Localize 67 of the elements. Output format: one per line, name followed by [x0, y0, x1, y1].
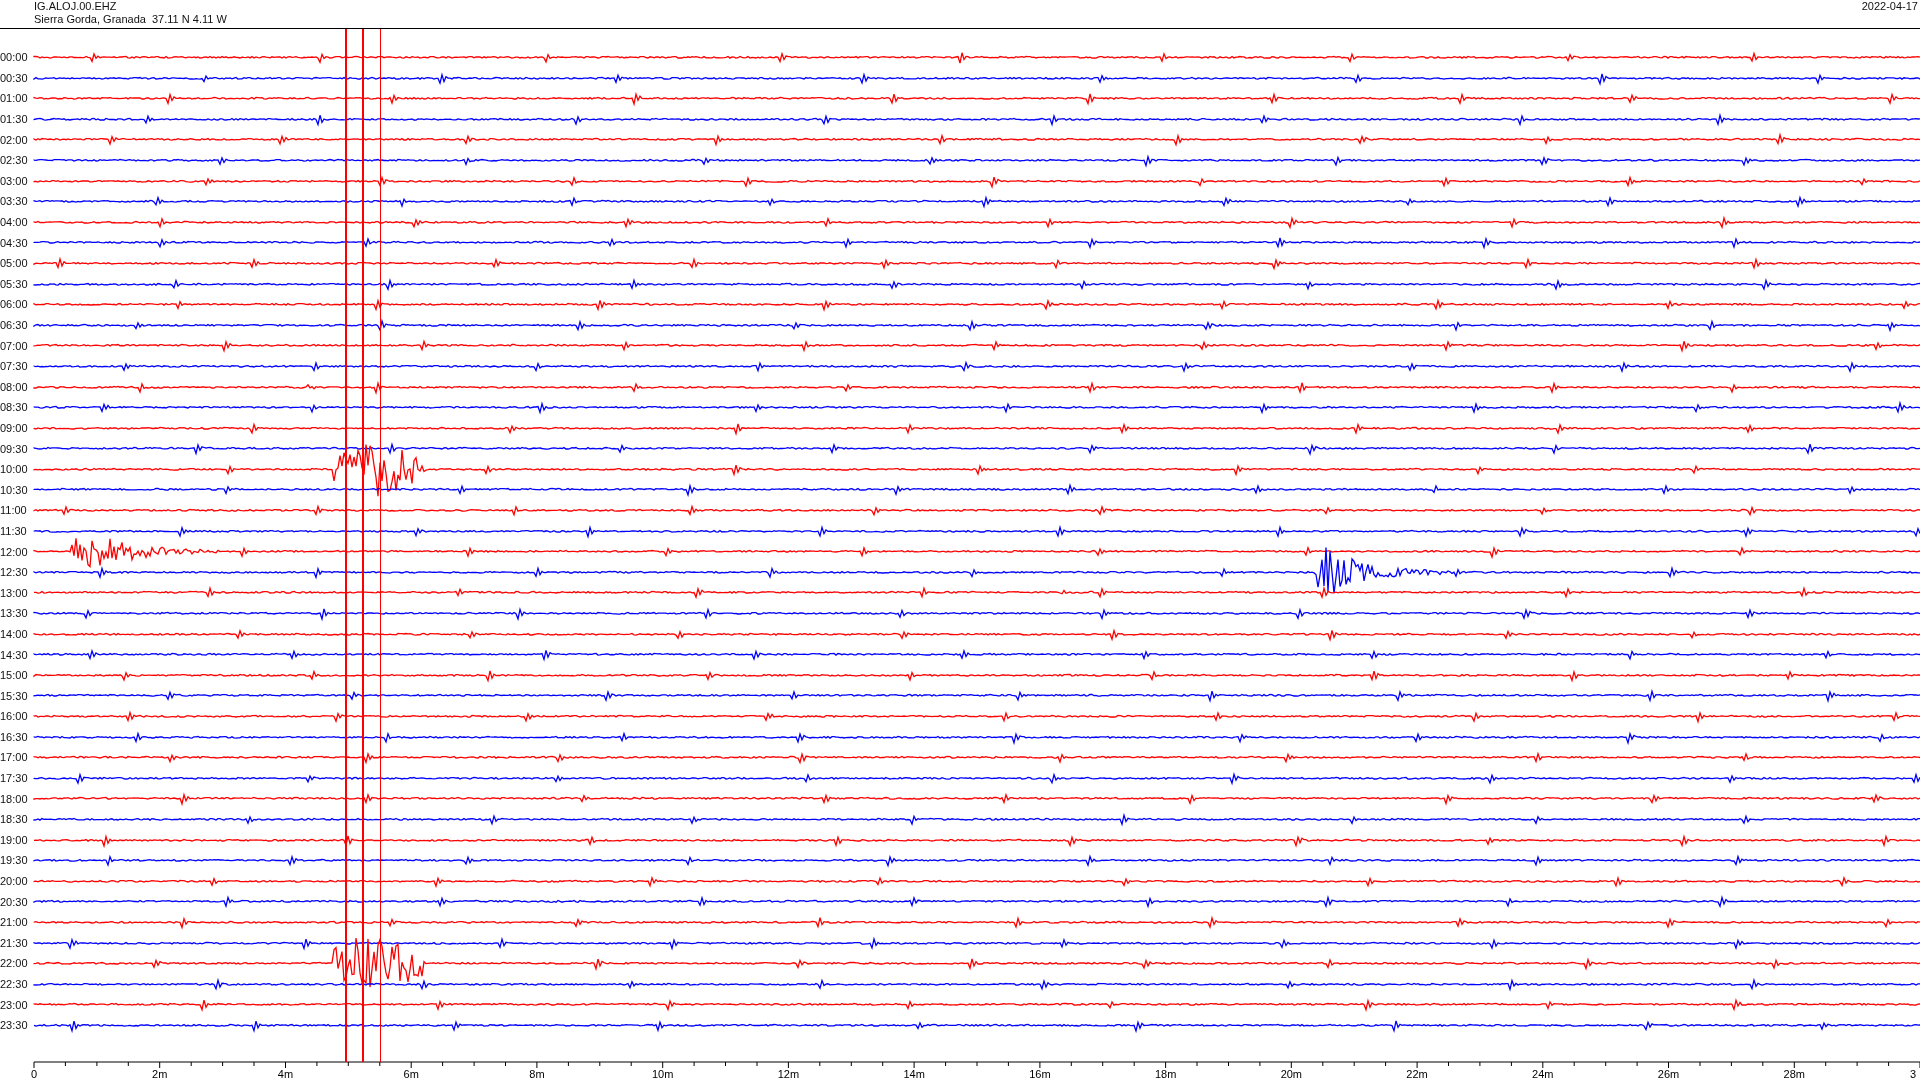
- time-label: 02:30: [0, 154, 29, 167]
- axis-tick-label: 8m: [529, 1067, 545, 1080]
- time-label: 17:30: [0, 772, 29, 785]
- time-label: 19:00: [0, 833, 29, 846]
- time-label: 12:00: [0, 545, 29, 558]
- time-label: 03:00: [0, 174, 29, 187]
- time-label: 02:00: [0, 133, 29, 146]
- axis-tick-label: 18m: [1154, 1067, 1177, 1080]
- axis-tick-label: 24m: [1532, 1067, 1554, 1080]
- time-label: 01:00: [0, 92, 29, 105]
- time-label: 07:00: [0, 339, 29, 352]
- time-label: 17:00: [0, 751, 29, 764]
- time-label: 00:00: [0, 51, 29, 64]
- time-label: 23:00: [0, 998, 29, 1011]
- time-label: 13:30: [0, 607, 29, 620]
- axis-tick-label: 12m: [777, 1067, 800, 1080]
- time-label: 11:30: [0, 524, 28, 537]
- time-label: 15:00: [0, 669, 29, 682]
- time-label: 04:00: [0, 216, 29, 229]
- time-label: 23:30: [0, 1019, 29, 1032]
- axis-tick-label: 6m: [403, 1067, 419, 1080]
- time-label: 13:00: [0, 586, 29, 599]
- time-label: 08:30: [0, 401, 29, 414]
- axis-tick-label: 4m: [277, 1067, 294, 1080]
- time-label: 05:00: [0, 257, 29, 270]
- time-label: 06:30: [0, 319, 29, 331]
- time-label: 07:30: [0, 360, 29, 373]
- time-label: 20:30: [0, 895, 29, 908]
- time-label: 21:00: [0, 916, 29, 929]
- time-label: 18:00: [0, 792, 29, 805]
- axis-tick-label: 10m: [651, 1067, 674, 1080]
- time-label: 11:00: [0, 504, 28, 517]
- axis-tick-label: 20m: [1280, 1067, 1303, 1080]
- time-label: 19:30: [0, 854, 29, 867]
- time-label: 22:00: [0, 957, 29, 970]
- time-label: 00:30: [0, 71, 29, 84]
- axis-tick-label: 3: [1909, 1067, 1917, 1080]
- time-label: 10:30: [0, 483, 29, 496]
- axis-tick-label: 26m: [1657, 1067, 1680, 1080]
- axis-tick-label: 22m: [1406, 1067, 1428, 1080]
- axis-tick-label: 14m: [903, 1067, 925, 1080]
- time-label: 05:30: [0, 277, 29, 290]
- station-code: IG.ALOJ.00.EHZ: [34, 0, 118, 13]
- time-label: 08:00: [0, 380, 29, 393]
- axis-tick-label: 0: [30, 1067, 38, 1080]
- time-label: 14:00: [0, 627, 29, 640]
- time-label: 21:30: [0, 936, 29, 949]
- time-label: 04:30: [0, 236, 29, 249]
- axis-tick-label: 28m: [1783, 1067, 1805, 1080]
- station-location: Sierra Gorda, Granada 37.11 N 4.11 W: [34, 13, 227, 26]
- time-label: 15:30: [0, 689, 29, 702]
- time-label: 09:30: [0, 442, 29, 455]
- time-label: 16:00: [0, 710, 29, 723]
- time-label: 12:30: [0, 566, 29, 579]
- time-label: 18:30: [0, 813, 29, 826]
- axis-tick-label: 16m: [1029, 1067, 1051, 1080]
- time-label: 06:00: [0, 298, 29, 311]
- time-label: 09:00: [0, 422, 29, 434]
- time-label: 20:00: [0, 875, 29, 888]
- time-label: 01:30: [0, 113, 29, 126]
- time-label: 22:30: [0, 978, 29, 990]
- axis-tick-label: 2m: [152, 1067, 168, 1080]
- time-label: 14:30: [0, 648, 29, 661]
- date-label: 2022-04-17: [1861, 0, 1918, 14]
- time-label: 16:30: [0, 730, 29, 743]
- time-label: 03:30: [0, 195, 29, 208]
- time-label: 10:00: [0, 463, 29, 476]
